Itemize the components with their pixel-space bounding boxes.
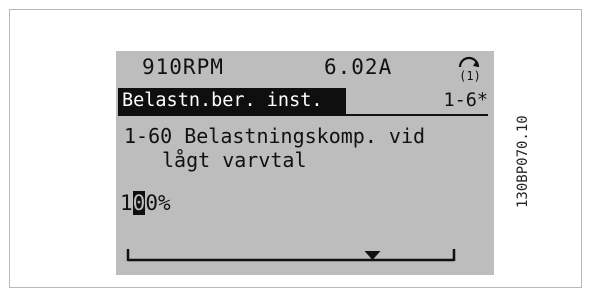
- edit-cursor-digit[interactable]: 0: [132, 191, 146, 215]
- figure-id-label: 130BP070.10: [515, 115, 531, 208]
- parameter-name-line1: 1-60 Belastningskomp. vid: [124, 124, 426, 148]
- value-scale: [126, 249, 456, 262]
- lcp-display: 910RPM 6.02A (1) Belastn.ber. inst. 1-6*…: [116, 51, 494, 275]
- value-unit: 0%: [145, 191, 171, 215]
- speed-readout: 910RPM: [142, 55, 224, 79]
- value-digit: 1: [120, 191, 133, 215]
- group-code: 1-6*: [443, 90, 488, 111]
- group-title: Belastn.ber. inst.: [118, 88, 346, 114]
- header-divider: [118, 114, 488, 116]
- menu-icon-number: (1): [459, 69, 481, 83]
- parameter-value[interactable]: 100%: [120, 191, 171, 215]
- figure-frame: 910RPM 6.02A (1) Belastn.ber. inst. 1-6*…: [9, 9, 582, 288]
- current-readout: 6.02A: [324, 55, 393, 79]
- group-header: Belastn.ber. inst. 1-6*: [116, 88, 494, 114]
- figure-id-text: 130BP070.10: [515, 115, 531, 208]
- setup-menu-icon: (1): [458, 56, 481, 83]
- status-line: 910RPM 6.02A (1): [116, 51, 494, 87]
- scale-marker-triangle: [364, 251, 381, 260]
- parameter-name-line2: lågt varvtal: [162, 148, 307, 172]
